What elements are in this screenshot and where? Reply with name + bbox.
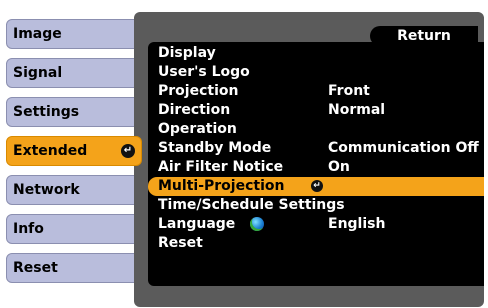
menu-item-value: On — [328, 159, 350, 175]
menu-item-direction[interactable]: Direction Normal — [148, 101, 484, 120]
menu-item-standby-mode[interactable]: Standby Mode Communication Off — [148, 139, 484, 158]
menu-item-label: Air Filter Notice — [158, 159, 284, 175]
sidebar-item-signal[interactable]: Signal — [6, 58, 142, 88]
menu-item-value: Front — [328, 83, 370, 99]
menu-item-air-filter-notice[interactable]: Air Filter Notice On — [148, 158, 484, 177]
extended-menu-panel: Return Display User's Logo Projection Fr… — [134, 12, 484, 307]
menu-item-time-schedule-settings[interactable]: Time/Schedule Settings — [148, 196, 484, 215]
menu-item-reset[interactable]: Reset — [148, 234, 484, 253]
sidebar-item-label: Settings — [13, 104, 80, 120]
menu-list: Display User's Logo Projection Front Dir… — [148, 42, 484, 286]
sidebar-item-settings[interactable]: Settings — [6, 97, 142, 127]
menu-item-operation[interactable]: Operation — [148, 120, 484, 139]
menu-item-label: Display — [158, 45, 216, 61]
menu-item-label: Operation — [158, 121, 237, 137]
sidebar-item-label: Info — [13, 221, 44, 237]
sidebar-item-label: Signal — [13, 65, 63, 81]
sidebar-item-network[interactable]: Network — [6, 175, 142, 205]
menu-item-label: Projection — [158, 83, 239, 99]
sidebar-item-label: Reset — [13, 260, 58, 276]
sidebar-item-info[interactable]: Info — [6, 214, 142, 244]
menu-item-label: Direction — [158, 102, 231, 118]
sidebar-item-label: Network — [13, 182, 80, 198]
sidebar: Image Signal Settings Extended ↵ Network… — [0, 0, 142, 308]
enter-icon: ↵ — [311, 180, 323, 192]
sidebar-item-reset[interactable]: Reset — [6, 253, 142, 283]
menu-item-users-logo[interactable]: User's Logo — [148, 63, 484, 82]
menu-item-label: Standby Mode — [158, 140, 272, 156]
menu-item-label: Reset — [158, 235, 203, 251]
menu-item-language[interactable]: Language English — [148, 215, 484, 234]
sidebar-item-extended[interactable]: Extended ↵ — [6, 136, 142, 166]
menu-item-label: User's Logo — [158, 64, 250, 80]
globe-icon — [250, 217, 264, 231]
menu-item-value: Normal — [328, 102, 386, 118]
menu-item-label: Time/Schedule Settings — [158, 197, 345, 213]
sidebar-item-label: Image — [13, 26, 62, 42]
enter-icon: ↵ — [121, 144, 135, 158]
menu-item-value: English — [328, 216, 386, 232]
menu-item-label: Language — [158, 216, 236, 232]
menu-item-projection[interactable]: Projection Front — [148, 82, 484, 101]
menu-item-label: Multi-Projection — [158, 178, 285, 194]
sidebar-item-image[interactable]: Image — [6, 19, 142, 49]
menu-item-multi-projection[interactable]: Multi-Projection ↵ — [148, 177, 484, 196]
menu-item-display[interactable]: Display — [148, 44, 484, 63]
sidebar-item-label: Extended — [13, 143, 88, 159]
menu-item-value: Communication Off — [328, 140, 479, 156]
